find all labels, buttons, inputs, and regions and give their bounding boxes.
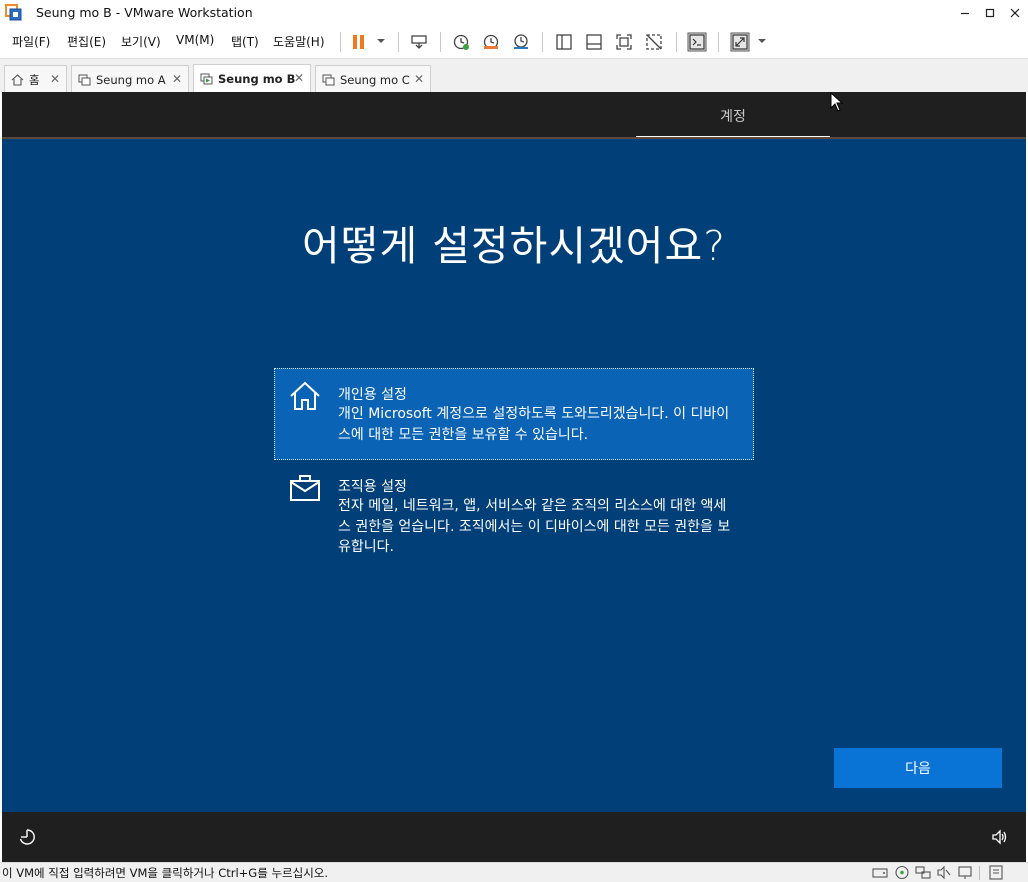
menu-toolbar: 파일(F) 편집(E) 보기(V) VM(M) 탭(T) 도움말(H) bbox=[0, 26, 1028, 58]
close-tab-icon[interactable]: ✕ bbox=[414, 72, 424, 86]
snapshot-manager-button[interactable] bbox=[509, 31, 533, 53]
option-description: 개인 Microsoft 계정으로 설정하도록 도와드리겠습니다. 이 디바이스… bbox=[338, 406, 730, 443]
close-tab-icon[interactable]: ✕ bbox=[294, 71, 304, 85]
tab-vm-a[interactable]: Seung mo A ✕ bbox=[71, 65, 189, 93]
vmware-app-icon bbox=[5, 4, 22, 21]
next-button[interactable]: 다음 bbox=[834, 748, 1002, 788]
power-menu-dropdown[interactable] bbox=[377, 39, 385, 43]
toolbar-divider bbox=[718, 32, 719, 52]
option-title: 조직용 설정 bbox=[338, 479, 407, 495]
tab-home[interactable]: 홈 ✕ bbox=[4, 65, 67, 93]
sound-card-icon[interactable] bbox=[936, 865, 952, 880]
toolbar-divider bbox=[440, 32, 441, 52]
tab-label: 홈 bbox=[29, 72, 40, 87]
header-divider bbox=[2, 137, 1026, 139]
maximize-icon bbox=[985, 8, 995, 18]
menu-view[interactable]: 보기(V) bbox=[121, 33, 161, 50]
thumbnail-view-button[interactable] bbox=[582, 31, 606, 53]
tab-label: Seung mo C bbox=[340, 72, 410, 87]
sidebar-layout-icon bbox=[556, 34, 572, 50]
unity-mode-icon bbox=[646, 34, 662, 50]
menu-tabs[interactable]: 탭(T) bbox=[231, 33, 259, 50]
briefcase-icon bbox=[290, 475, 320, 501]
revert-snapshot-icon bbox=[483, 34, 499, 50]
keyboard-send-icon bbox=[411, 35, 427, 49]
snapshot-icon bbox=[453, 34, 469, 50]
accessibility-icon[interactable] bbox=[18, 828, 36, 846]
vm-icon bbox=[78, 74, 91, 86]
snapshot-manager-icon bbox=[514, 34, 528, 49]
oobe-footer bbox=[2, 812, 1026, 862]
tab-label: Seung mo A bbox=[96, 72, 166, 87]
fullscreen-icon bbox=[616, 34, 632, 50]
console-icon bbox=[687, 32, 707, 52]
vm-running-icon bbox=[200, 73, 213, 85]
close-tab-icon[interactable]: ✕ bbox=[50, 72, 60, 86]
minimize-icon bbox=[961, 12, 969, 15]
close-button[interactable] bbox=[1002, 2, 1028, 24]
display-icon[interactable] bbox=[957, 865, 973, 880]
vm-icon bbox=[322, 74, 335, 86]
menu-edit[interactable]: 편집(E) bbox=[67, 33, 106, 50]
menu-help[interactable]: 도움말(H) bbox=[273, 33, 325, 50]
send-ctrl-alt-del-button[interactable] bbox=[407, 31, 431, 53]
pause-button[interactable] bbox=[347, 31, 371, 53]
oobe-header: 계정 bbox=[2, 92, 1026, 139]
cd-dvd-icon[interactable] bbox=[894, 865, 910, 880]
network-adapter-icon[interactable] bbox=[915, 865, 931, 880]
unity-button[interactable] bbox=[642, 31, 666, 53]
tab-vm-b[interactable]: Seung mo B ✕ bbox=[193, 64, 311, 93]
stretch-guest-button[interactable] bbox=[728, 31, 752, 53]
option-description: 전자 메일, 네트워크, 앱, 서비스와 같은 조직의 리소스에 대한 액세스 … bbox=[338, 498, 731, 555]
full-screen-button[interactable] bbox=[612, 31, 636, 53]
page-title: 어떻게 설정하시겠어요? bbox=[302, 222, 726, 270]
snapshot-button[interactable] bbox=[449, 31, 473, 53]
toolbar-divider bbox=[398, 32, 399, 52]
option-title: 개인용 설정 bbox=[338, 387, 407, 403]
library-view-button[interactable] bbox=[552, 31, 576, 53]
pause-icon bbox=[353, 35, 364, 49]
stretch-icon bbox=[730, 32, 750, 52]
maximize-button[interactable] bbox=[977, 2, 1003, 24]
toolbar-divider bbox=[676, 32, 677, 52]
console-view-button[interactable] bbox=[685, 31, 709, 53]
home-icon bbox=[11, 73, 24, 86]
vm-console[interactable]: 계정 어떻게 설정하시겠어요? 개인용 설정 개인 Microsoft 계정으로… bbox=[2, 92, 1026, 862]
menu-file[interactable]: 파일(F) bbox=[12, 33, 50, 50]
close-icon bbox=[1010, 8, 1020, 18]
option-personal-setup[interactable]: 개인용 설정 개인 Microsoft 계정으로 설정하도록 도와드리겠습니다.… bbox=[274, 368, 754, 460]
mouse-cursor-icon bbox=[830, 92, 844, 112]
window-title: Seung mo B - VMware Workstation bbox=[36, 5, 253, 20]
volume-icon[interactable] bbox=[990, 828, 1008, 846]
option-organization-setup[interactable]: 조직용 설정 전자 메일, 네트워크, 앱, 서비스와 같은 조직의 리소스에 … bbox=[274, 460, 754, 560]
close-tab-icon[interactable]: ✕ bbox=[172, 72, 182, 86]
menu-vm[interactable]: VM(M) bbox=[176, 33, 214, 47]
minimize-button[interactable] bbox=[952, 2, 978, 24]
toolbar-divider bbox=[542, 32, 543, 52]
status-divider bbox=[979, 866, 980, 880]
tab-vm-c[interactable]: Seung mo C ✕ bbox=[315, 65, 431, 93]
status-bar: 이 VM에 직접 입력하려면 VM을 클릭하거나 Ctrl+G를 누르십시오. bbox=[0, 862, 1028, 882]
status-message: 이 VM에 직접 입력하려면 VM을 클릭하거나 Ctrl+G를 누르십시오. bbox=[2, 866, 329, 880]
step-account: 계정 bbox=[720, 109, 746, 125]
bottom-panel-layout-icon bbox=[586, 34, 602, 50]
message-log-icon[interactable] bbox=[988, 865, 1004, 880]
home-icon bbox=[290, 381, 320, 410]
stretch-dropdown[interactable] bbox=[758, 39, 766, 43]
hard-disk-icon[interactable] bbox=[872, 865, 888, 880]
tab-label: Seung mo B bbox=[218, 72, 296, 86]
title-bar: Seung mo B - VMware Workstation bbox=[0, 0, 1028, 26]
tab-bar: 홈 ✕ Seung mo A ✕ Seung mo B ✕ Seung mo C… bbox=[0, 58, 1028, 93]
toolbar-divider bbox=[340, 32, 341, 52]
revert-snapshot-button[interactable] bbox=[479, 31, 503, 53]
